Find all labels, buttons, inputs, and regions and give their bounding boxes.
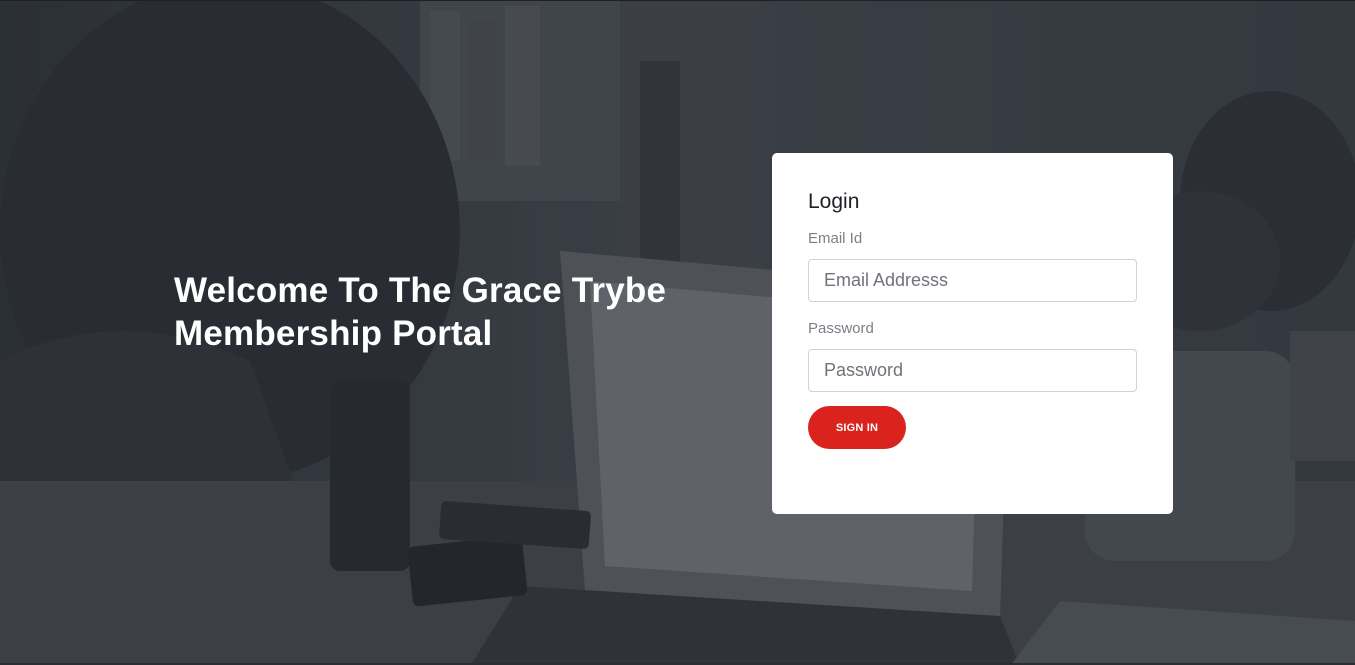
- login-page: Welcome To The Grace Trybe Membership Po…: [0, 0, 1355, 665]
- password-input[interactable]: [808, 349, 1137, 392]
- login-card: Login Email Id Password SIGN IN: [772, 153, 1173, 514]
- welcome-heading-line-2: Membership Portal: [174, 314, 493, 353]
- welcome-heading-line-1: Welcome To The Grace Trybe: [174, 271, 667, 310]
- login-title: Login: [808, 190, 860, 213]
- email-input[interactable]: [808, 259, 1137, 302]
- email-label: Email Id: [808, 230, 863, 247]
- password-label: Password: [808, 320, 874, 337]
- welcome-heading: Welcome To The Grace Trybe Membership Po…: [174, 269, 734, 355]
- sign-in-button[interactable]: SIGN IN: [808, 406, 906, 449]
